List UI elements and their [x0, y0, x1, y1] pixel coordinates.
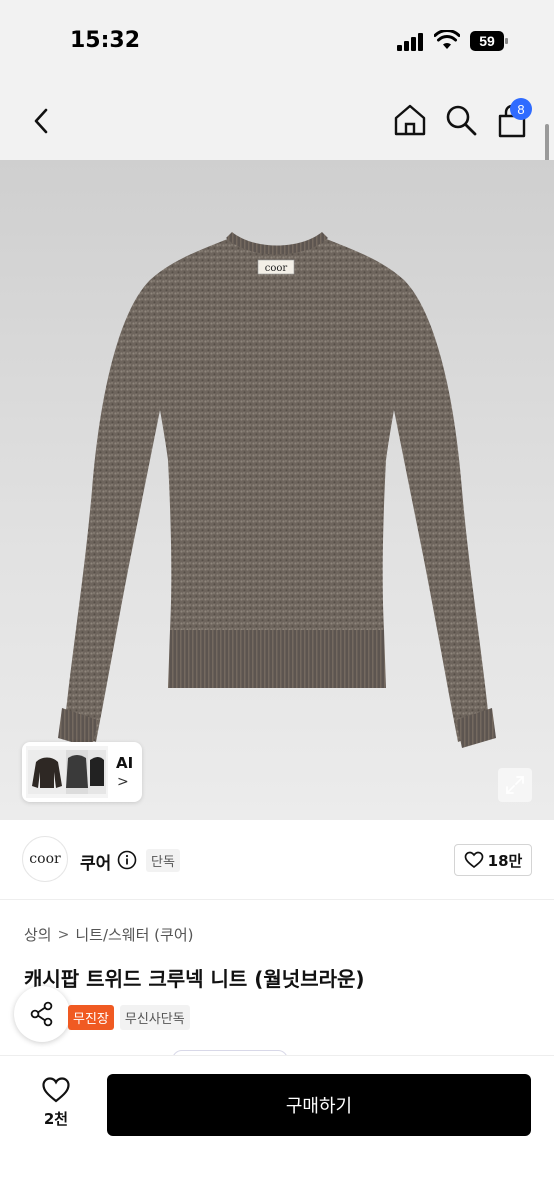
ai-outfit-thumbnails: [26, 746, 108, 798]
sweater-photo: coor: [58, 232, 496, 748]
breadcrumb-item-knit[interactable]: 니트/스웨터 (쿠어): [75, 924, 193, 945]
cart-count-badge: 8: [510, 98, 532, 120]
status-time: 15:32: [70, 28, 141, 53]
bottom-action-bar: 2천 구매하기: [0, 1055, 554, 1200]
product-title: 캐시팝 트위드 크루넥 니트 (월넛브라운): [24, 967, 365, 991]
wishlist-button[interactable]: 2천: [26, 1076, 86, 1136]
back-button[interactable]: [26, 104, 56, 138]
breadcrumb-item-tops[interactable]: 상의: [24, 924, 52, 945]
brand-like-count: 18만: [487, 851, 523, 870]
ai-styling-card[interactable]: AI >: [22, 742, 142, 802]
chevron-left-icon: [34, 108, 48, 134]
cellular-signal-icon: [397, 33, 423, 51]
buy-button[interactable]: 구매하기: [107, 1074, 531, 1136]
breadcrumb: 상의 > 니트/스웨터 (쿠어): [24, 924, 193, 945]
search-icon[interactable]: [443, 102, 479, 138]
expand-image-button[interactable]: [498, 768, 532, 802]
heart-icon: [42, 1077, 70, 1103]
brand-row: coor 쿠어 단독 18만: [0, 820, 554, 900]
status-bar: 15:32 59: [0, 0, 554, 80]
brand-like-button[interactable]: 18만: [454, 844, 532, 876]
share-button[interactable]: [14, 986, 70, 1042]
battery-level: 59: [479, 33, 495, 49]
wishlist-count: 2천: [43, 1110, 69, 1128]
product-image[interactable]: coor AI >: [0, 160, 554, 820]
home-icon[interactable]: [392, 102, 428, 138]
brand-name[interactable]: 쿠어: [80, 849, 111, 874]
expand-icon: [506, 776, 524, 794]
cart-button[interactable]: 8: [494, 98, 534, 140]
exclusive-tag: 단독: [146, 849, 180, 872]
mujinjang-badge: 무진장: [68, 1005, 114, 1030]
musinsa-exclusive-badge: 무신사단독: [119, 1005, 190, 1030]
garment-label-text: coor: [265, 263, 288, 274]
brand-logo[interactable]: coor: [22, 836, 68, 882]
chevron-right-icon: >: [117, 774, 129, 790]
product-badges: 무진장 무신사단독: [68, 1005, 190, 1030]
heart-icon: [464, 851, 484, 869]
battery-icon: 59: [470, 31, 508, 51]
info-icon[interactable]: [117, 850, 137, 870]
share-icon: [30, 1001, 53, 1027]
wifi-icon: [434, 30, 460, 49]
ai-label: AI: [116, 754, 134, 772]
top-nav: 8: [0, 80, 554, 160]
breadcrumb-separator: >: [57, 926, 70, 943]
